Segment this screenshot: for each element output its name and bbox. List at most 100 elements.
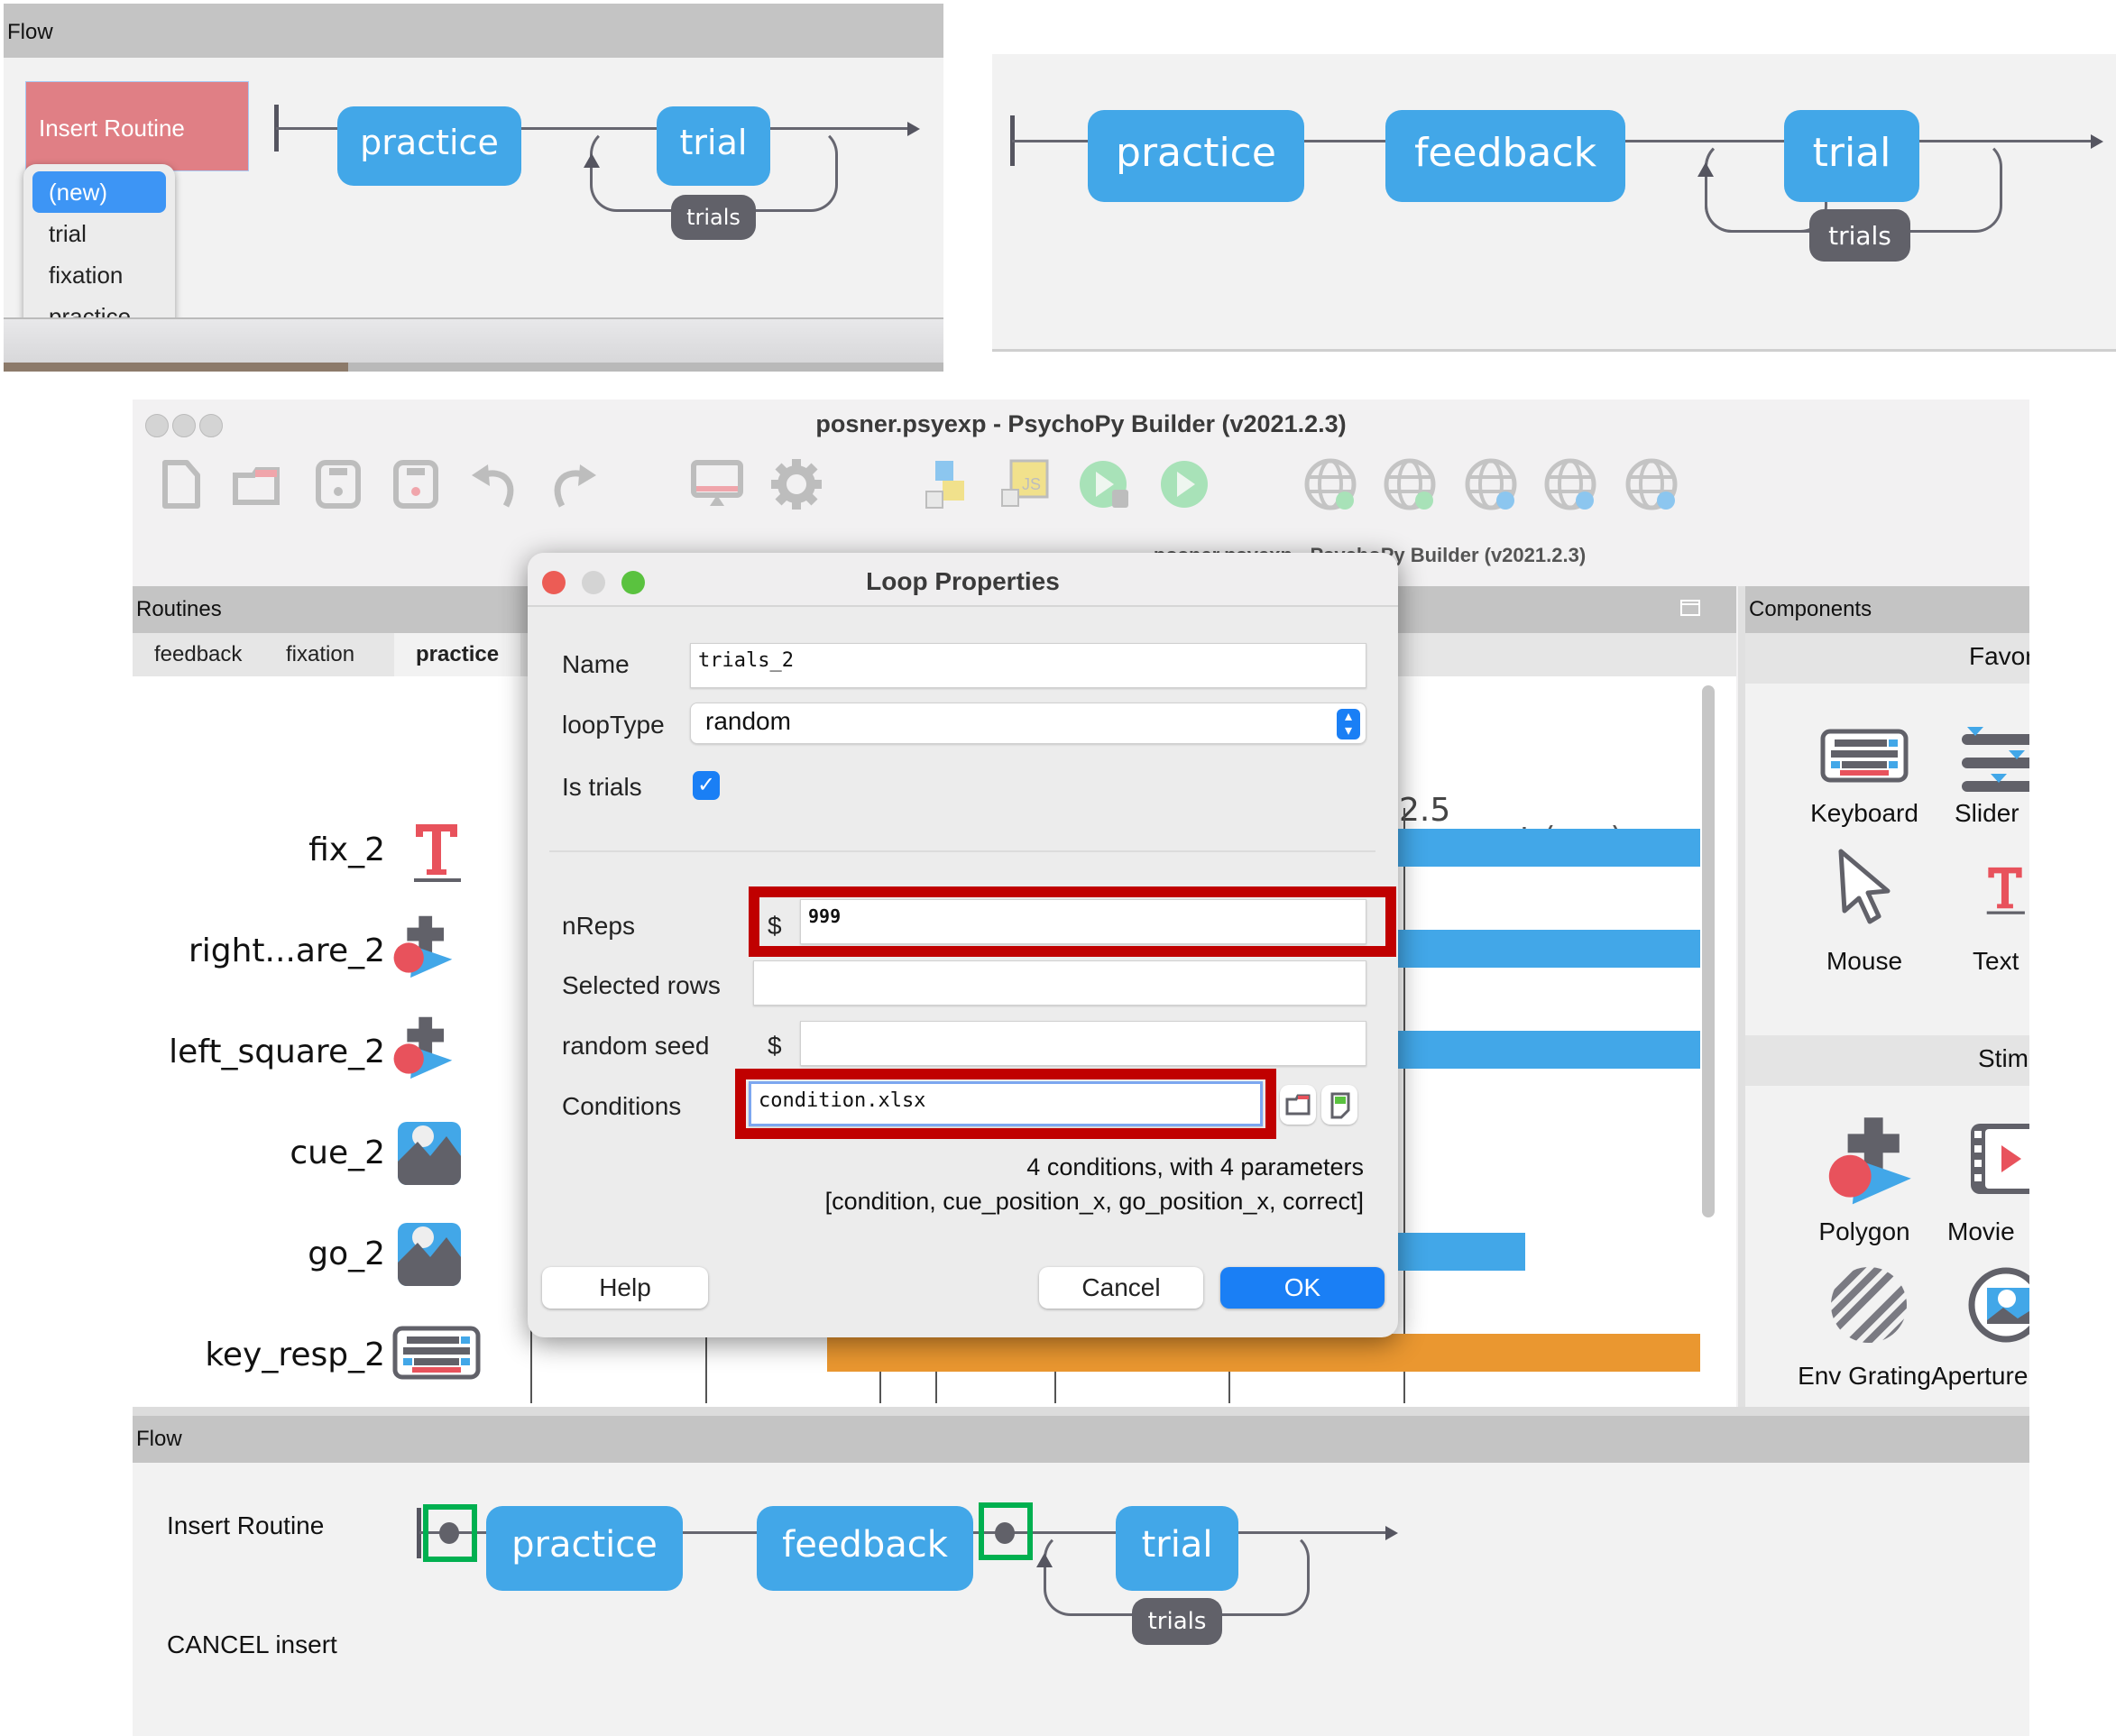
undo-icon[interactable] — [466, 455, 524, 513]
flow-loop-trials[interactable]: trials — [671, 195, 756, 240]
new-file-icon[interactable] — [152, 455, 210, 513]
popup-item-fixation[interactable]: fixation — [32, 254, 166, 296]
settings-gear-icon[interactable] — [768, 455, 825, 513]
flow-routine-practice[interactable]: practice — [1088, 110, 1304, 202]
image-icon[interactable] — [396, 1120, 463, 1187]
flow-end-arrow-icon — [2091, 134, 2103, 149]
run-runner-icon[interactable] — [1076, 455, 1134, 513]
compile-python-icon[interactable] — [917, 455, 975, 513]
nreps-highlight — [749, 886, 1396, 957]
slider-icon[interactable] — [1958, 723, 2029, 795]
cancel-insert-button[interactable]: CANCEL insert — [167, 1630, 337, 1659]
istrials-checkbox[interactable]: ✓ — [693, 771, 720, 800]
tab-fixation[interactable]: fixation — [264, 633, 376, 676]
timeline-scrollbar[interactable] — [1702, 685, 1715, 1217]
conditions-highlight — [735, 1069, 1276, 1139]
random-seed-input[interactable] — [800, 1021, 1366, 1066]
pavlovia-info-icon[interactable] — [1623, 455, 1680, 513]
section-stimuli-header[interactable]: Stimuli — [1745, 1035, 2029, 1086]
text-icon[interactable] — [403, 819, 470, 886]
env-grating-icon[interactable] — [1828, 1264, 1909, 1346]
routines-header-label: Routines — [136, 597, 222, 621]
flow-routine-trial[interactable]: trial — [1116, 1506, 1238, 1591]
flow-routine-practice[interactable]: practice — [337, 106, 521, 186]
open-folder-icon[interactable] — [228, 455, 286, 513]
pavlovia-sync-icon[interactable] — [1381, 455, 1439, 513]
panel-splitter[interactable] — [1738, 586, 1745, 1407]
component-label-cue-2[interactable]: cue_2 — [133, 1134, 385, 1171]
ok-button[interactable]: OK — [1220, 1267, 1385, 1309]
svg-text:JS: JS — [1022, 475, 1041, 493]
save-as-icon[interactable] — [387, 455, 445, 513]
help-button[interactable]: Help — [542, 1267, 708, 1309]
flow-loop-trials[interactable]: trials — [1809, 209, 1910, 262]
edit-conditions-button[interactable] — [1321, 1085, 1357, 1125]
browse-conditions-button[interactable] — [1280, 1085, 1316, 1125]
pavlovia-search-icon[interactable] — [1462, 455, 1520, 513]
name-label: Name — [562, 650, 630, 678]
save-icon[interactable] — [309, 455, 367, 513]
redo-icon[interactable] — [544, 455, 602, 513]
select-stepper-icon[interactable]: ▴ ▾ — [1337, 709, 1360, 739]
popup-item-new[interactable]: (new) — [32, 171, 166, 213]
loop-properties-dialog: Loop Properties Name trials_2 loopType r… — [528, 553, 1398, 1337]
polygon-icon[interactable] — [1821, 1113, 1917, 1207]
looptype-value: random — [705, 707, 791, 735]
component-movie[interactable]: Movie — [1922, 1217, 2029, 1246]
timeline-gridline — [1403, 808, 1405, 1403]
istrials-label: Is trials — [562, 773, 642, 801]
section-favorites-header[interactable]: Favorites — [1745, 633, 2029, 684]
selected-rows-input[interactable] — [753, 960, 1366, 1006]
keyboard-icon[interactable] — [392, 1326, 481, 1380]
stimuli-grid: Polygon Movie Env Grating Aperture — [1745, 1086, 2029, 1407]
compile-js-icon[interactable]: JS — [995, 455, 1053, 513]
component-label-left-square-2[interactable]: left_square_2 — [133, 1033, 385, 1070]
tab-feedback[interactable]: feedback — [133, 633, 263, 676]
name-input[interactable]: trials_2 — [690, 643, 1366, 688]
looptype-select[interactable]: random ▴ ▾ — [690, 703, 1366, 744]
tab-practice[interactable]: practice — [394, 633, 521, 676]
component-aperture[interactable]: Aperture — [1922, 1362, 2029, 1391]
favorites-grid: Keyboard Slider Mouse Text — [1745, 684, 2029, 1035]
flow-panel-result-example: practice feedback trial trials — [992, 54, 2116, 352]
text-icon[interactable] — [1978, 857, 2029, 923]
flow-canvas: Insert Routine CANCEL insert practice fe… — [133, 1463, 2029, 1736]
conditions-summary-params: [condition, cue_position_x, go_position_… — [824, 1188, 1364, 1215]
flow-header-label: Flow — [7, 20, 53, 44]
insert-routine-button[interactable]: Insert Routine — [167, 1511, 324, 1540]
flow-panel-insert-menu-example: Flow practice trial trials Insert Routin… — [4, 4, 943, 372]
conditions-label: Conditions — [562, 1092, 682, 1120]
insert-routine-button[interactable]: Insert Routine — [25, 81, 249, 171]
component-slider[interactable]: Slider — [1922, 799, 2029, 828]
keyboard-icon[interactable] — [1819, 729, 1909, 783]
run-icon[interactable] — [1155, 455, 1213, 513]
pavlovia-run-icon[interactable] — [1302, 455, 1359, 513]
maximize-panel-icon[interactable] — [1680, 600, 1700, 616]
aperture-icon[interactable] — [1967, 1266, 2029, 1344]
flow-splitter[interactable] — [133, 1407, 2029, 1416]
popup-item-trial[interactable]: trial — [32, 213, 166, 254]
flow-routine-feedback[interactable]: feedback — [757, 1506, 973, 1591]
component-label-go-2[interactable]: go_2 — [133, 1235, 385, 1272]
component-label-key-resp-2[interactable]: key_resp_2 — [133, 1336, 385, 1373]
component-label-right-square-2[interactable]: right...are_2 — [133, 932, 385, 969]
flow-routine-trial[interactable]: trial — [657, 106, 770, 186]
polygon-icon[interactable] — [389, 1014, 455, 1080]
pavlovia-user-icon[interactable] — [1541, 455, 1599, 513]
flow-loop-trials[interactable]: trials — [1132, 1598, 1222, 1645]
random-seed-dollar: $ — [768, 1032, 782, 1060]
component-text[interactable]: Text — [1922, 947, 2029, 976]
cancel-button[interactable]: Cancel — [1039, 1267, 1203, 1309]
flow-routine-trial[interactable]: trial — [1784, 110, 1919, 202]
flow-routine-practice[interactable]: practice — [486, 1506, 683, 1591]
movie-icon[interactable] — [1967, 1120, 2029, 1198]
flow-routine-feedback[interactable]: feedback — [1385, 110, 1625, 202]
component-label-fix-2[interactable]: fix_2 — [133, 831, 385, 868]
components-header-label: Components — [1749, 597, 1872, 621]
timeline-bar-key-resp-2[interactable] — [826, 1334, 1700, 1372]
monitor-icon[interactable] — [688, 455, 746, 513]
polygon-icon[interactable] — [389, 913, 455, 979]
mouse-cursor-icon[interactable] — [1835, 846, 1895, 929]
image-icon[interactable] — [396, 1221, 463, 1288]
flow-panel-header: Flow — [133, 1416, 2029, 1463]
